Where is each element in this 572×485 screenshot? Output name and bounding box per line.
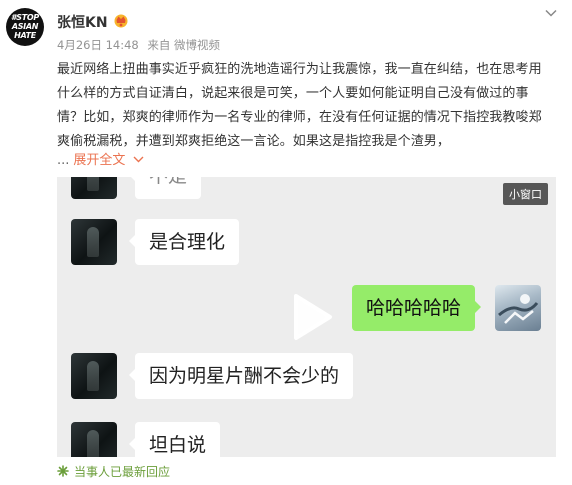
video-player[interactable]: 不是 小窗口 是合理化 哈哈哈哈哈 因为明星片酬不会少的 坦白说 (57, 177, 556, 457)
expand-label: 展开全文 (73, 153, 126, 168)
chat-bubble-left: 因为明星片酬不会少的 (128, 353, 354, 399)
post-content: 最近网络上扭曲事实近乎疯狂的洗地造谣行为让我震惊，我一直在纠结，也在思考用什么样… (57, 62, 542, 149)
latest-response-label: 当事人已最新回应 (74, 465, 171, 479)
post-source[interactable]: 来自 微博视频 (147, 38, 220, 52)
chat-bubble-left: 是合理化 (128, 219, 240, 265)
sparkle-icon (57, 465, 69, 477)
mini-window-button[interactable]: 小窗口 (503, 183, 548, 205)
chat-bubble-left: 不是 (128, 177, 202, 199)
avatar-illustration-icon (498, 294, 539, 324)
self-avatar (495, 285, 541, 331)
username[interactable]: 张恒KN (57, 12, 108, 32)
play-icon[interactable] (286, 292, 336, 342)
avatar-logo-text: #STOP ASIAN HATE (11, 13, 39, 40)
chat-bubble-right: 哈哈哈哈哈 (352, 285, 482, 331)
contact-avatar (71, 177, 117, 199)
contact-avatar (71, 353, 117, 399)
vip-crown-icon[interactable] (113, 12, 129, 28)
chevron-down-icon (133, 156, 144, 163)
expand-full-text-link[interactable]: ... 展开全文 (57, 149, 144, 168)
ellipsis: ... (57, 153, 70, 168)
user-avatar[interactable]: #STOP ASIAN HATE (6, 8, 44, 46)
chat-bubble-left: 坦白说 (128, 422, 221, 457)
post-menu-chevron-icon[interactable] (544, 6, 558, 20)
post-date[interactable]: 4月26日 14:48 (57, 38, 139, 52)
contact-avatar (71, 422, 117, 457)
contact-avatar (71, 219, 117, 265)
post-meta: 4月26日 14:48 来自 微博视频 (57, 37, 225, 53)
